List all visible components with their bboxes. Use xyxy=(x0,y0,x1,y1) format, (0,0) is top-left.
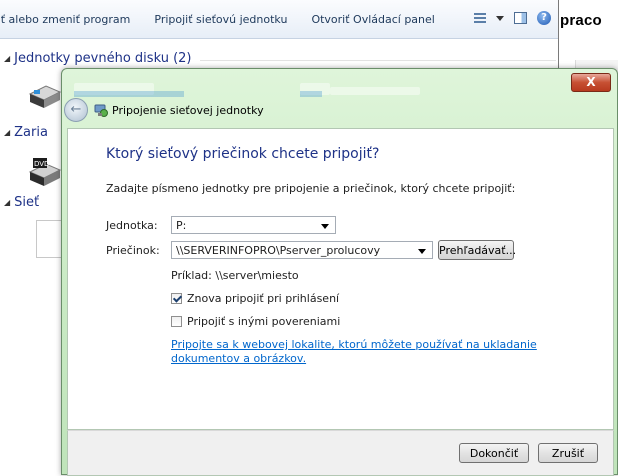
ghost-drive-bar xyxy=(300,91,322,97)
dvd-label: DVD xyxy=(34,160,49,168)
cancel-button[interactable]: Zrušiť xyxy=(538,443,598,463)
web-location-link[interactable]: Pripojte sa k webovej lokalite, ktorú mô… xyxy=(171,338,571,366)
collapse-icon: ◢ xyxy=(4,198,11,207)
group-hard-drives-label: Jednotky pevného disku (2) xyxy=(14,51,192,66)
dialog-heading: Ktorý sieťový priečinok chcete pripojiť? xyxy=(106,146,380,162)
other-credentials-row[interactable]: Pripojiť s inými povereniami xyxy=(171,315,340,328)
collapse-icon: ◢ xyxy=(4,128,11,137)
other-credentials-checkbox[interactable] xyxy=(171,316,182,327)
collapse-icon: ◢ xyxy=(4,54,11,63)
back-arrow-icon[interactable]: ← xyxy=(64,98,88,122)
drive-label: Jednotka: xyxy=(106,219,158,232)
group-network-label: Sieť xyxy=(14,195,40,210)
dropdown-arrow-icon[interactable] xyxy=(496,15,504,21)
help-icon[interactable]: ? xyxy=(537,11,551,25)
other-credentials-label[interactable]: Pripojiť s inými povereniami xyxy=(187,315,340,328)
folder-value: \\SERVERINFOPRO\Pserver_prolucovy xyxy=(176,244,381,257)
hard-drive-icon[interactable] xyxy=(28,84,62,110)
view-icon[interactable] xyxy=(474,13,486,23)
command-bar: ať alebo zmeniť program Pripojiť sieťovú… xyxy=(0,0,559,39)
uninstall-program-button[interactable]: ať alebo zmeniť program xyxy=(0,13,130,26)
dialog-footer: Dokončiť Zrušiť xyxy=(67,430,614,476)
dialog-title: Pripojenie sieťovej jednotky xyxy=(112,103,264,117)
browse-button[interactable]: Prehľadávať... xyxy=(438,240,516,260)
group-divider xyxy=(200,60,556,61)
preview-pane-icon[interactable] xyxy=(514,12,527,24)
dvd-drive-icon[interactable]: DVD xyxy=(28,158,62,188)
dialog-titlebar: ← Pripojenie sieťovej jednotky xyxy=(64,97,264,123)
right-window-title: praco xyxy=(560,12,602,29)
reconnect-label[interactable]: Znova pripojiť pri prihlásení xyxy=(187,292,339,305)
finish-button[interactable]: Dokončiť xyxy=(459,443,529,463)
group-removable[interactable]: ◢ Zaria xyxy=(4,125,48,140)
close-button[interactable]: X xyxy=(571,73,611,92)
reconnect-checkbox[interactable] xyxy=(171,293,182,304)
reconnect-row[interactable]: Znova pripojiť pri prihlásení xyxy=(171,292,339,305)
folder-input[interactable]: \\SERVERINFOPRO\Pserver_prolucovy xyxy=(171,241,433,259)
drive-letter-value: P: xyxy=(176,219,187,232)
chevron-down-icon xyxy=(418,249,426,254)
map-network-drive-button[interactable]: Pripojiť sieťovú jednotku xyxy=(154,13,287,26)
ghost-drive-label xyxy=(330,87,420,95)
instruction-text: Zadajte písmeno jednotky pre pripojenie … xyxy=(106,182,516,195)
open-control-panel-button[interactable]: Otvoriť Ovládací panel xyxy=(311,13,434,26)
group-network[interactable]: ◢ Sieť xyxy=(4,195,39,210)
example-text: Príklad: \\server\miesto xyxy=(171,269,299,282)
group-hard-drives[interactable]: ◢ Jednotky pevného disku (2) xyxy=(4,51,191,66)
network-drive-icon xyxy=(94,104,108,117)
map-network-drive-dialog: X ← Pripojenie sieťovej jednotky Ktorý s… xyxy=(61,68,618,476)
group-removable-label: Zaria xyxy=(14,125,48,140)
folder-label: Priečinok: xyxy=(106,244,160,257)
dialog-content: Ktorý sieťový priečinok chcete pripojiť?… xyxy=(67,128,614,430)
drive-letter-select[interactable]: P: xyxy=(171,216,336,234)
chevron-down-icon xyxy=(321,224,329,229)
